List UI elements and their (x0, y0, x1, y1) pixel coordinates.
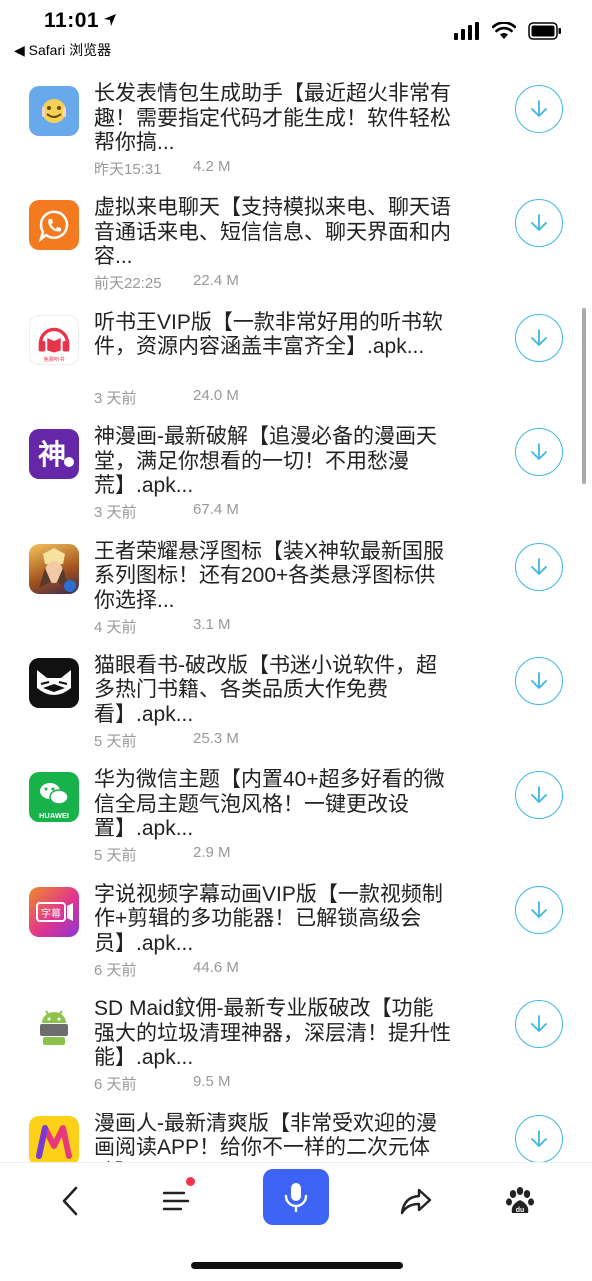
icon-label: 字幕 (41, 907, 61, 920)
download-button[interactable] (515, 542, 563, 591)
list-item[interactable]: 漫画人-最新清爽版【非常受欢迎的漫画阅读APP！给你不一样的二次元体验】.apk… (0, 1106, 592, 1162)
item-size: 3.1 M (193, 615, 231, 633)
download-button[interactable] (515, 771, 563, 820)
download-arrow-icon (531, 557, 547, 575)
download-arrow-icon (531, 672, 547, 689)
list-item[interactable]: 字幕 字说视频字幕动画VIP版【一款视频制作+剪辑的多功能器！已解锁高级会员】.… (0, 877, 592, 991)
back-button[interactable] (40, 1173, 100, 1229)
item-size: 24.0 M (193, 386, 239, 404)
download-button[interactable] (515, 885, 563, 934)
baidu-paw-icon: du (506, 1187, 534, 1214)
baidu-button[interactable]: du (490, 1173, 550, 1229)
microphone-icon (284, 1183, 308, 1213)
location-arrow-icon (104, 14, 116, 26)
emoji-face-app-icon (29, 86, 79, 136)
item-size: 25.3 M (193, 729, 239, 747)
download-arrow-icon (531, 443, 547, 461)
battery-icon (528, 22, 561, 40)
download-arrow-icon (531, 214, 547, 232)
back-to-safari-link[interactable]: ◀ Safari 浏览器 (14, 40, 111, 60)
wechat-theme-app-icon: HUAWEI (29, 772, 79, 823)
list-item[interactable]: HUAWEI 华为微信主题【内置40+超多好看的微信全局主题气泡风格！一键更改设… (0, 762, 592, 876)
share-button[interactable] (386, 1173, 446, 1229)
phone-call-app-icon (29, 200, 79, 251)
icon-label: 神 (38, 438, 66, 471)
icon-label: 免费听书 (43, 355, 64, 363)
download-button[interactable] (515, 199, 563, 248)
item-title[interactable]: 听书王VIP版【一款非常好用的听书软件，资源内容涵盖丰富齐全】.apk... (94, 311, 454, 360)
download-button[interactable] (515, 656, 563, 705)
item-date: 4 天前 (94, 618, 137, 636)
cat-eye-book-app-icon (29, 657, 79, 708)
list-item[interactable]: SD Maid鈫佣-最新专业版破改【功能强大的垃圾清理神器，深层清！提升性能】.… (0, 991, 592, 1105)
list-item[interactable]: 虚拟来电聊天【支持模拟来电、聊天语音通话来电、短信信息、聊天界面和内容... 前… (0, 190, 592, 304)
download-button[interactable] (515, 85, 563, 133)
item-date: 5 天前 (94, 732, 137, 750)
item-date: 昨天15:31 (94, 161, 162, 178)
menu-lines-icon (162, 1191, 190, 1211)
list-item[interactable]: 王者荣耀悬浮图标【装X神软最新国服系列图标！还有200+各类悬浮图标供你选择..… (0, 534, 592, 648)
item-date: 3 天前 (94, 389, 137, 407)
icon-label: HUAWEI (39, 811, 69, 820)
download-button[interactable] (515, 1000, 563, 1049)
download-button[interactable] (515, 1114, 563, 1162)
item-title[interactable]: 王者荣耀悬浮图标【装X神软最新国服系列图标！还有200+各类悬浮图标供你选择..… (94, 540, 454, 614)
item-title[interactable]: 猫眼看书-破改版【书迷小说软件，超多热门书籍、各类品质大作免费看】.apk... (94, 654, 454, 728)
item-title[interactable]: 长发表情包生成助手【最近超火非常有趣！需要指定代码才能生成！软件轻松帮你搞... (94, 82, 454, 156)
download-arrow-icon (531, 900, 547, 918)
list-item[interactable]: 免费听书 听书王VIP版【一款非常好用的听书软件，资源内容涵盖丰富齐全】.apk… (0, 305, 592, 419)
share-arrow-icon (400, 1188, 432, 1215)
item-date: 6 天前 (94, 961, 137, 979)
game-hero-app-icon (29, 543, 79, 594)
list-item[interactable]: 神 神漫画-最新破解【追漫必备的漫画天堂，满足你想看的一切！不用愁漫荒】.apk… (0, 419, 592, 533)
download-arrow-icon (531, 786, 547, 804)
item-size: 44.6 M (193, 958, 239, 976)
item-title[interactable]: 神漫画-最新破解【追漫必备的漫画天堂，满足你想看的一切！不用愁漫荒】.apk..… (94, 425, 454, 499)
item-size: 2.9 M (193, 844, 231, 862)
scrollbar[interactable] (582, 308, 586, 484)
item-title[interactable]: 漫画人-最新清爽版【非常受欢迎的漫画阅读APP！给你不一样的二次元体验】.apk… (94, 1112, 454, 1162)
list-item[interactable]: 猫眼看书-破改版【书迷小说软件，超多热门书籍、各类品质大作免费看】.apk...… (0, 648, 592, 762)
item-size: 9.5 M (193, 1073, 231, 1091)
subtitle-video-app-icon: 字幕 (29, 886, 79, 937)
item-date: 5 天前 (94, 847, 137, 865)
android-cleaner-app-icon (29, 1001, 79, 1052)
item-size: 4.2 M (193, 158, 231, 175)
download-button[interactable] (515, 428, 563, 477)
item-date: 前天22:25 (94, 275, 162, 293)
status-bar: 11:01 ◀ Safari 浏览器 (0, 0, 592, 62)
item-date: 6 天前 (94, 1076, 137, 1094)
download-arrow-icon (531, 1129, 547, 1147)
home-indicator[interactable] (191, 1262, 403, 1269)
download-arrow-icon (531, 1015, 547, 1033)
list-item[interactable]: 长发表情包生成助手【最近超火非常有趣！需要指定代码才能生成！软件轻松帮你搞...… (0, 76, 592, 190)
app-list: 长发表情包生成助手【最近超火非常有趣！需要指定代码才能生成！软件轻松帮你搞...… (0, 76, 592, 1162)
cellular-signal-icon (454, 22, 479, 40)
item-size: 67.4 M (193, 501, 239, 519)
headphones-book-app-icon: 免费听书 (29, 314, 79, 365)
item-date: 3 天前 (94, 504, 137, 522)
voice-search-button[interactable] (263, 1169, 329, 1225)
notification-dot (186, 1177, 195, 1186)
manhua-ren-app-icon (29, 1115, 79, 1162)
clock: 11:01 (44, 9, 100, 32)
wifi-icon (492, 22, 516, 39)
svg-text:du: du (516, 1207, 525, 1214)
shen-manga-app-icon: 神 (29, 429, 79, 480)
chevron-left-icon (62, 1186, 78, 1216)
menu-button[interactable] (146, 1173, 206, 1229)
item-title[interactable]: SD Maid鈫佣-最新专业版破改【功能强大的垃圾清理神器，深层清！提升性能】.… (94, 997, 454, 1071)
item-size: 22.4 M (193, 272, 239, 290)
item-title[interactable]: 华为微信主题【内置40+超多好看的微信全局主题气泡风格！一键更改设置】.apk.… (94, 768, 454, 842)
download-arrow-icon (531, 328, 547, 346)
item-title[interactable]: 字说视频字幕动画VIP版【一款视频制作+剪辑的多功能器！已解锁高级会员】.apk… (94, 883, 454, 957)
download-button[interactable] (515, 313, 563, 362)
item-title[interactable]: 虚拟来电聊天【支持模拟来电、聊天语音通话来电、短信信息、聊天界面和内容... (94, 196, 454, 270)
download-arrow-icon (531, 100, 547, 117)
